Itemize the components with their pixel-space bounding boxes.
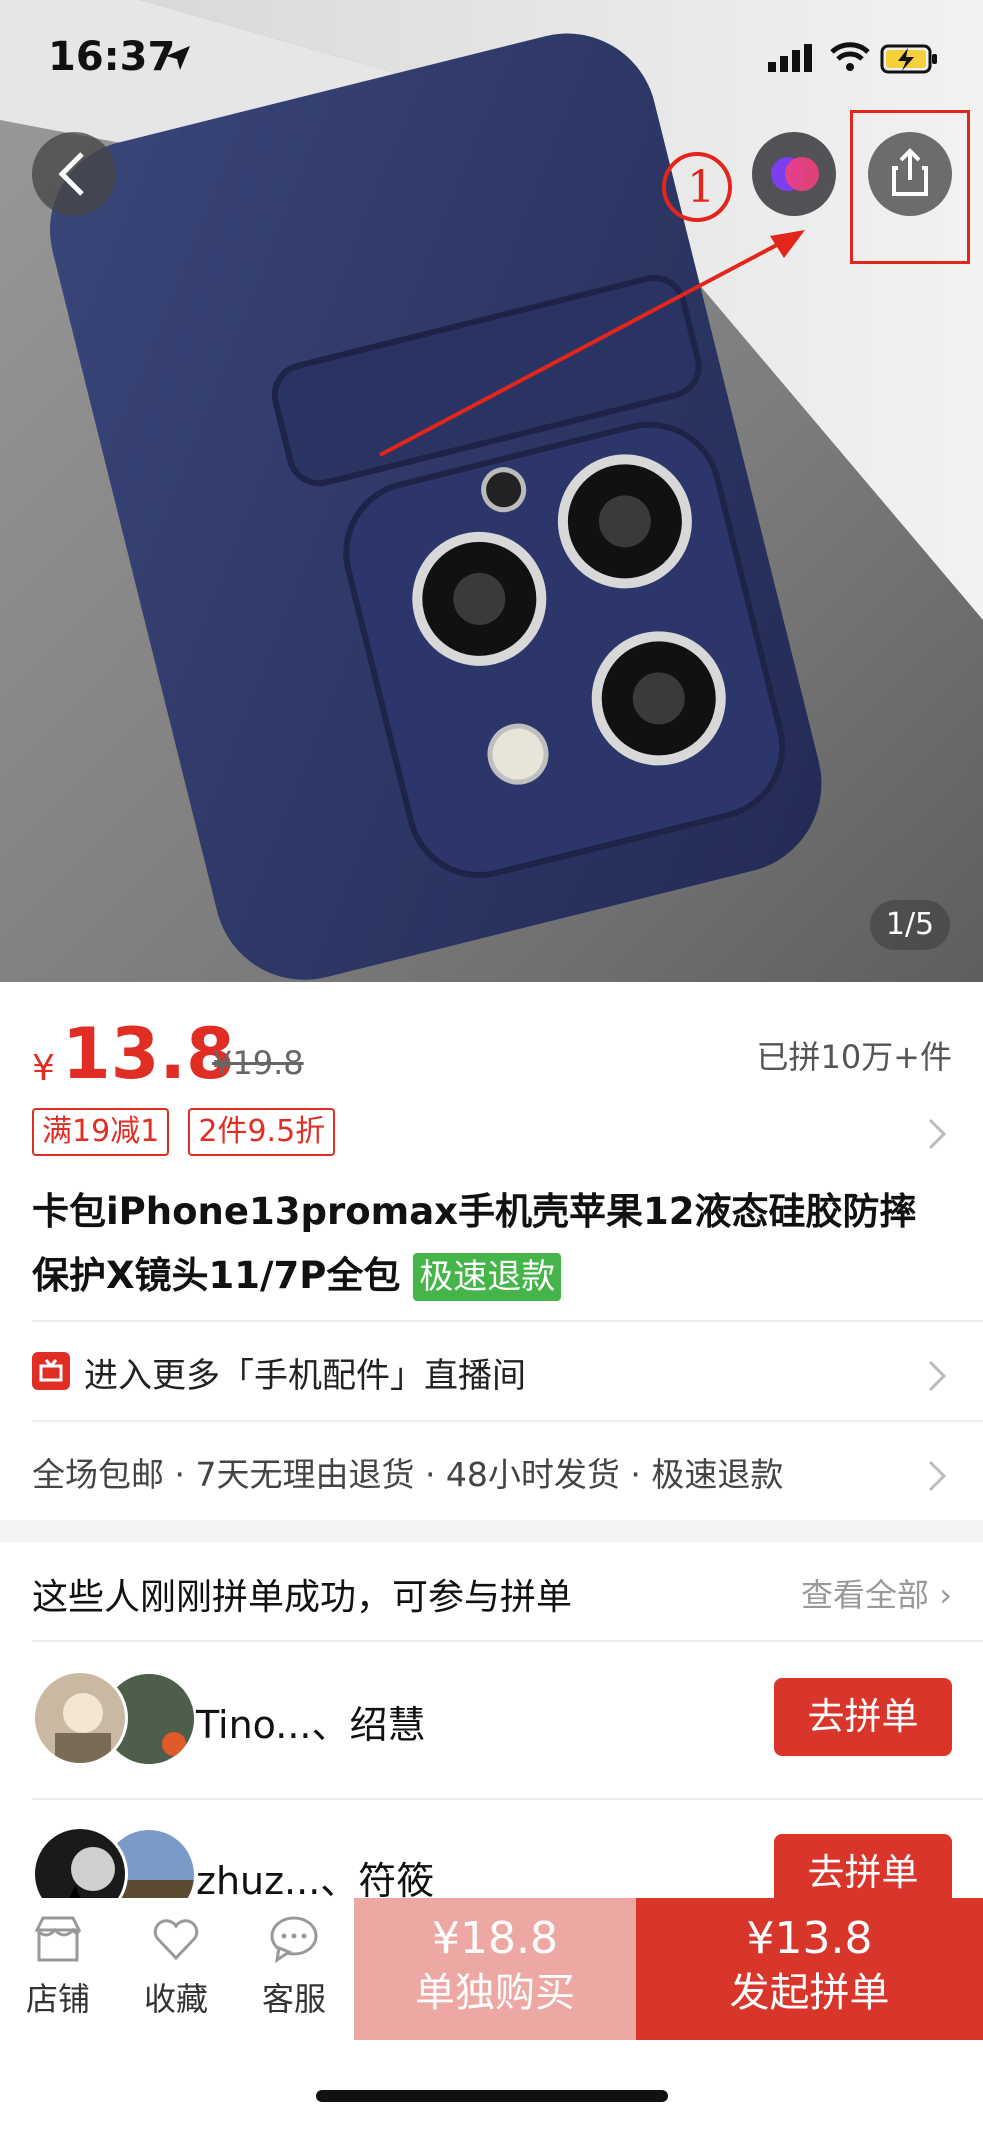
- group-buy-label: 发起拼单: [729, 1970, 890, 2016]
- product-title: 卡包iPhone13promax手机壳苹果12液态硅胶防摔保护X镜头11/7P全…: [32, 1180, 952, 1308]
- price-row: ¥ 13.8 ¥19.8 已拼10万+件: [32, 1012, 952, 1092]
- chevron-right-icon: [928, 1460, 947, 1492]
- view-all-label: 查看全部: [801, 1576, 930, 1614]
- join-group-button[interactable]: 去拼单: [774, 1678, 952, 1756]
- annotation-highlight-box: [850, 110, 970, 264]
- group-buy-title: 这些人刚刚拼单成功，可参与拼单: [32, 1577, 573, 1618]
- battery-charging-icon: [880, 44, 937, 74]
- buy-alone-label: 单独购买: [415, 1970, 575, 2016]
- divider: [32, 1798, 983, 1800]
- customer-service-label: 客服: [261, 1980, 326, 2018]
- status-time: 16:37: [48, 34, 176, 80]
- live-room-text: 进入更多「手机配件」直播间: [84, 1356, 526, 1396]
- promo-tags[interactable]: 满19减1 2件9.5折: [32, 1108, 952, 1158]
- fast-refund-badge: 极速退款: [413, 1253, 562, 1301]
- annotation-number: ① 1: [660, 150, 734, 224]
- service-guarantees[interactable]: 全场包邮 · 7天无理由退货 · 48小时发货 · 极速退款: [32, 1440, 952, 1506]
- bottom-action-bar: 店铺 收藏 客服 ¥18.8 单独购买 ¥13.8 发起拼单: [0, 1898, 983, 2040]
- member-name: Tino...、绍慧: [196, 1703, 426, 1747]
- annotation-digit: 1: [687, 162, 715, 213]
- status-bar: 16:37: [0, 0, 983, 110]
- favorite-label: 收藏: [143, 1980, 208, 2018]
- live-room-entry[interactable]: 进入更多「手机配件」直播间: [32, 1340, 952, 1406]
- chevron-right-icon: [928, 1118, 947, 1150]
- cellular-signal-icon: [768, 44, 812, 72]
- chevron-right-icon: [928, 1360, 947, 1392]
- member-name: zhuz...、符筱: [196, 1859, 435, 1903]
- avatar: [32, 1670, 128, 1766]
- store-label: 店铺: [25, 1980, 90, 2018]
- wifi-icon: [830, 42, 870, 71]
- promo-tag[interactable]: 2件9.5折: [188, 1108, 336, 1156]
- sold-count: 已拼10万+件: [756, 1038, 952, 1076]
- divider: [32, 1420, 983, 1422]
- current-price: 13.8: [62, 1013, 235, 1095]
- location-arrow-icon: [166, 46, 190, 70]
- original-price: ¥19.8: [212, 1044, 304, 1082]
- heart-icon: [153, 1919, 199, 1961]
- back-button[interactable]: [32, 132, 116, 216]
- store-icon: [34, 1916, 82, 1962]
- divider: [32, 1640, 983, 1642]
- view-all-link[interactable]: 查看全部 ›: [801, 1570, 952, 1616]
- buy-alone-price: ¥18.8: [432, 1913, 558, 1964]
- favorite-button[interactable]: 收藏: [126, 1914, 226, 2020]
- group-buy-price: ¥13.8: [746, 1913, 873, 1964]
- overlapping-circles-icon: [771, 157, 819, 191]
- group-member-row: Tino...、绍慧 去拼单: [32, 1670, 952, 1780]
- video-call-button[interactable]: [752, 132, 836, 216]
- image-pager: 1/5: [870, 900, 950, 950]
- chevron-left-icon: [58, 152, 84, 196]
- chat-bubble-icon: [270, 1916, 318, 1964]
- service-text: 全场包邮 · 7天无理由退货 · 48小时发货 · 极速退款: [32, 1455, 784, 1494]
- group-buy-header: 这些人刚刚拼单成功，可参与拼单 查看全部 ›: [32, 1562, 952, 1622]
- divider: [32, 1320, 983, 1322]
- currency-symbol: ¥: [32, 1048, 55, 1089]
- section-separator: [0, 1520, 983, 1542]
- customer-service-button[interactable]: 客服: [244, 1914, 344, 2020]
- start-group-buy-button[interactable]: ¥13.8 发起拼单: [636, 1898, 983, 2040]
- buy-alone-button[interactable]: ¥18.8 单独购买: [354, 1898, 636, 2040]
- store-button[interactable]: 店铺: [8, 1914, 108, 2020]
- home-indicator[interactable]: [316, 2090, 668, 2102]
- promo-tag[interactable]: 满19减1: [32, 1108, 170, 1156]
- live-tv-icon: [32, 1352, 70, 1390]
